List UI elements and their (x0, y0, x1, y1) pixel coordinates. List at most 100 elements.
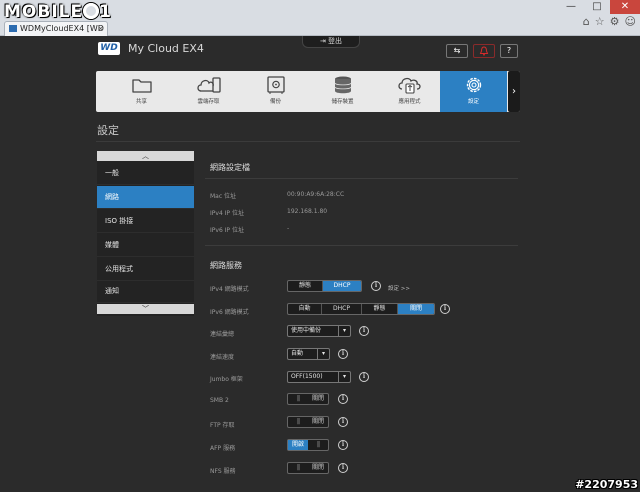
chevron-down-icon: ▾ (338, 372, 350, 382)
logout-label: 登出 (328, 37, 343, 45)
info-icon[interactable]: i (338, 440, 348, 450)
wd-logo: WD (98, 42, 120, 55)
watermark-logo: MOBILE 1 (4, 2, 112, 22)
info-icon[interactable]: i (371, 281, 381, 291)
sidebar-scroll-up[interactable]: ︿ (97, 151, 194, 161)
nfs-state: 關閉 (311, 464, 324, 471)
ipv6-mode-selector: 自動 DHCP 靜態 關閉 (287, 303, 435, 315)
chevron-down-icon: ▾ (338, 326, 350, 336)
ftp-toggle[interactable]: ||| 關閉 (287, 416, 329, 428)
info-icon[interactable]: i (338, 394, 348, 404)
folder-icon (131, 79, 152, 93)
toggle-grip: ||| (296, 395, 300, 402)
sidebar-item-iso-mount[interactable]: ISO 掛接 (97, 210, 194, 233)
help-button[interactable]: ? (500, 44, 518, 58)
close-button[interactable]: ✕ (610, 0, 640, 14)
usb-icon: ⇆ (453, 46, 461, 55)
ipv6-off-option[interactable]: 關閉 (398, 304, 434, 314)
afp-state: 開啟 (288, 440, 308, 450)
chevron-down-icon: ﹀ (142, 305, 149, 313)
nav-item-backup[interactable]: 備份 (242, 71, 309, 112)
browser-chrome: MOBILE1 — □ ✕ ⌂ ☆ ⚙ ☺ WDMyCloudEX4 [WD M… (0, 0, 640, 36)
window-controls: — □ ✕ (558, 0, 640, 14)
link-speed-value: 自動 (291, 350, 304, 357)
toggle-grip: ||| (316, 441, 320, 448)
apps-icon (397, 77, 421, 94)
nav-item-storage[interactable]: 儲存裝置 (309, 71, 376, 112)
home-icon[interactable]: ⌂ (583, 15, 590, 28)
ipv4-dhcp-option[interactable]: DHCP (323, 281, 361, 291)
info-icon[interactable]: i (338, 417, 348, 427)
jumbo-value: OFF(1500) (291, 373, 323, 380)
sidebar-item-media[interactable]: 媒體 (97, 234, 194, 257)
sidebar-item-notifications[interactable]: 通知 (97, 280, 194, 303)
nav-item-cloud-access[interactable]: 雲端存取 (175, 71, 242, 112)
nav-label: 儲存裝置 (331, 99, 354, 105)
ipv4-mode-label: IPv4 網路模式 (210, 286, 249, 293)
sidebar-item-network[interactable]: 網路 (97, 186, 194, 209)
nav-next-button[interactable]: › (508, 71, 520, 112)
favorites-icon[interactable]: ☆ (595, 15, 605, 28)
ftp-state: 關閉 (311, 418, 324, 425)
ipv6-value: - (287, 225, 290, 232)
alerts-button[interactable] (473, 44, 495, 58)
ipv6-static-option[interactable]: 靜態 (362, 304, 398, 314)
sidebar-item-utilities[interactable]: 公用程式 (97, 258, 194, 281)
info-icon[interactable]: i (338, 349, 348, 359)
jumbo-label: Jumbo 框架 (210, 376, 243, 383)
smb2-label: SMB 2 (210, 397, 229, 404)
browser-tab[interactable]: WDMyCloudEX4 [WD My... × (4, 21, 108, 36)
gear-icon (466, 77, 481, 93)
nav-label: 設定 (467, 99, 479, 105)
ipv6-dhcp-option[interactable]: DHCP (322, 304, 362, 314)
tab-title: WDMyCloudEX4 [WD My... (20, 24, 107, 33)
settings-icon[interactable]: ⚙ (610, 15, 620, 28)
ipv4-value: 192.168.1.80 (287, 208, 328, 215)
link-aggregation-select[interactable]: 使用中備份 ▾ (287, 325, 351, 337)
sidebar-scroll-down[interactable]: ﹀ (97, 304, 194, 314)
info-icon[interactable]: i (338, 463, 348, 473)
favicon-icon (9, 25, 17, 32)
section-divider (205, 178, 518, 179)
info-icon[interactable]: i (359, 326, 369, 336)
watermark-id: #2207953 (575, 478, 638, 491)
link-speed-label: 連結速度 (210, 354, 235, 361)
chevron-up-icon: ︿ (142, 152, 149, 160)
product-name: My Cloud EX4 (128, 42, 204, 55)
database-icon (334, 76, 351, 94)
tab-close-icon[interactable]: × (97, 22, 104, 36)
section-title-services: 網路服務 (210, 261, 242, 270)
screenshot: MOBILE1 — □ ✕ ⌂ ☆ ⚙ ☺ WDMyCloudEX4 [WD M… (0, 0, 640, 492)
ipv4-static-option[interactable]: 靜態 (288, 281, 323, 291)
chevron-down-icon: ▾ (317, 349, 329, 359)
divider (96, 141, 520, 142)
smb2-toggle[interactable]: ||| 關閉 (287, 393, 329, 405)
minimize-button[interactable]: — (558, 0, 584, 14)
nav-item-settings[interactable]: 設定 (440, 71, 507, 112)
section-divider (205, 245, 518, 246)
nav-item-apps[interactable]: 應用程式 (376, 71, 443, 112)
maximize-button[interactable]: □ (584, 0, 610, 14)
logout-button[interactable]: ⇥ 登出 (302, 36, 360, 48)
ftp-label: FTP 存取 (210, 422, 235, 429)
help-icon: ? (506, 46, 512, 55)
feedback-icon[interactable]: ☺ (625, 15, 636, 28)
safe-icon (266, 76, 285, 94)
afp-label: AFP 服務 (210, 445, 236, 452)
logout-icon: ⇥ (319, 37, 329, 45)
afp-toggle[interactable]: 開啟 ||| (287, 439, 329, 451)
ipv4-settings-link[interactable]: 設定 >> (388, 284, 410, 292)
link-speed-select[interactable]: 自動 ▾ (287, 348, 330, 360)
page-title: 設定 (97, 124, 119, 137)
info-icon[interactable]: i (359, 372, 369, 382)
info-icon[interactable]: i (440, 304, 450, 314)
sidebar-item-general[interactable]: 一般 (97, 162, 194, 185)
jumbo-select[interactable]: OFF(1500) ▾ (287, 371, 351, 383)
usb-button[interactable]: ⇆ (446, 44, 468, 58)
ipv4-label: IPv4 IP 位址 (210, 210, 244, 217)
ipv6-mode-label: IPv6 網路模式 (210, 309, 249, 316)
nfs-toggle[interactable]: ||| 關閉 (287, 462, 329, 474)
app-header: WD My Cloud EX4 ⇥ 登出 ⇆ ? (0, 36, 640, 68)
ipv6-auto-option[interactable]: 自動 (288, 304, 322, 314)
nav-item-share[interactable]: 共享 (108, 71, 175, 112)
